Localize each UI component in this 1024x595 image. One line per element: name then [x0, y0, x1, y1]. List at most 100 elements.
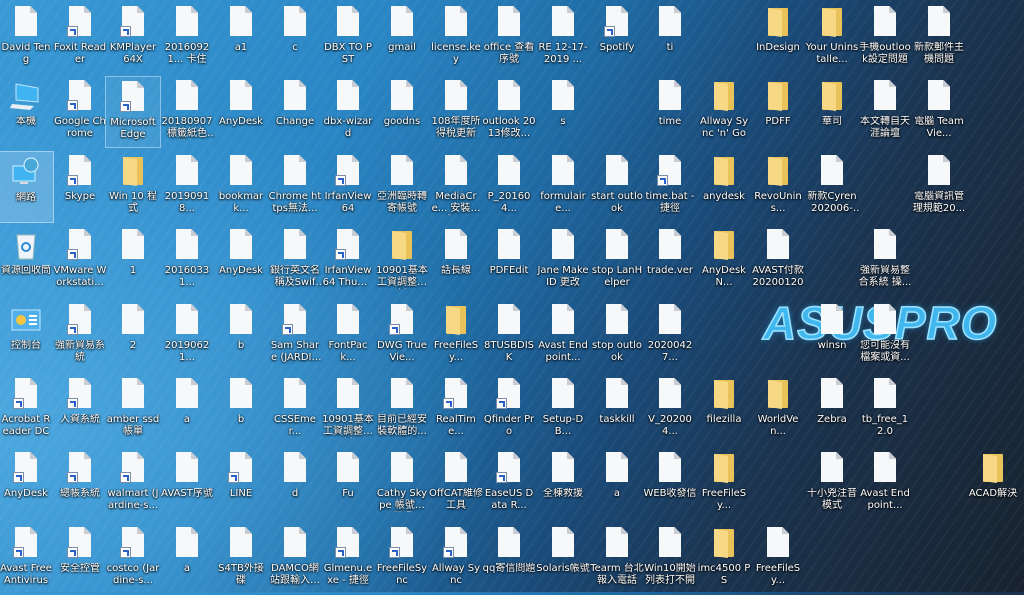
desktop-icon-zebra[interactable]: Zebra — [804, 374, 860, 446]
desktop-icon-chrome-https[interactable]: Chrome https無法... — [267, 151, 323, 223]
desktop-icon-b[interactable]: b — [213, 374, 269, 446]
desktop-icon-office[interactable]: office 查看序號 — [481, 2, 537, 74]
desktop-icon-a1[interactable]: a1 — [213, 2, 269, 74]
desktop-icon-anydesk[interactable]: AnyDesk — [213, 76, 269, 148]
desktop-icon-filezilla[interactable]: filezilla — [696, 374, 752, 446]
desktop-icon-offcat[interactable]: OffCAT維修工具 — [428, 448, 484, 520]
desktop-icon-allway-sync-n-go[interactable]: Allway Sync 'n' Go — [696, 76, 752, 148]
desktop-icon-item[interactable]: 強新貿易系統 — [52, 300, 108, 372]
desktop-icon-allway-sync[interactable]: Allway Sync — [428, 523, 484, 595]
desktop-icon-item[interactable]: 本文轉自天涯論壇 — [857, 76, 913, 148]
desktop-icon-a[interactable]: a — [159, 374, 215, 446]
desktop-icon-worldven[interactable]: WorldVen... — [750, 374, 806, 446]
desktop-icon-avast[interactable]: AVAST序號 — [159, 448, 215, 520]
desktop-icon-20190918[interactable]: 20190918... — [159, 151, 215, 223]
desktop-icon-cyren-202006-2[interactable]: 新款Cyren 202006-2... — [804, 151, 860, 223]
desktop-icon-item[interactable]: 華司 — [804, 76, 860, 148]
desktop-icon-item[interactable]: 控制台 — [0, 300, 54, 372]
desktop-icon-trade-ver[interactable]: trade.ver — [642, 225, 698, 297]
desktop-icon-b[interactable]: b — [213, 300, 269, 372]
desktop-icon-ti[interactable]: ti — [642, 2, 698, 74]
desktop-icon-taskkill[interactable]: taskkill — [589, 374, 645, 446]
desktop-icon-spotify[interactable]: Spotify — [589, 2, 645, 74]
desktop-icon-avast-20200120[interactable]: AVAST付款 20200120 — [750, 225, 806, 297]
desktop-icon-item[interactable]: 安全控管 — [52, 523, 108, 595]
desktop-icon-qfinder-pro[interactable]: Qfinder Pro — [481, 374, 537, 446]
desktop-icon-foxit-reader[interactable]: Foxit Reader — [52, 2, 108, 74]
desktop-icon-s[interactable]: s — [535, 76, 591, 148]
desktop-icon-swift[interactable]: 銀行英文名稱及Swift... — [267, 225, 323, 297]
desktop-icon-20190621[interactable]: 20190621... — [159, 300, 215, 372]
desktop-icon-1[interactable]: 1 — [105, 225, 161, 297]
desktop-icon-solaris[interactable]: Solaris帳號 — [535, 523, 591, 595]
desktop-icon-item[interactable]: 您可能沒有檔案或資... — [857, 300, 913, 372]
desktop-icon-bookmark[interactable]: bookmark... — [213, 151, 269, 223]
desktop-icon-amber-ssd[interactable]: amber ssd 帳單 — [105, 374, 161, 446]
desktop-icon-goodns[interactable]: goodns — [374, 76, 430, 148]
desktop-icon-c[interactable]: c — [267, 2, 323, 74]
desktop-icon-freefilesy[interactable]: FreeFileSy... — [750, 523, 806, 595]
desktop-icon-anydesk[interactable]: AnyDesk — [213, 225, 269, 297]
desktop-icon-costco-jardine-s[interactable]: costco (Jardine-s... — [105, 523, 161, 595]
desktop-icon-glmenu-exe[interactable]: Glmenu.exe - 捷徑 — [320, 523, 376, 595]
desktop-icon-tearm[interactable]: Tearm 台北報入電話 — [589, 523, 645, 595]
desktop-icon-item[interactable]: 網路 — [0, 151, 54, 223]
desktop-icon-dbx-wizard[interactable]: dbx-wizard — [320, 76, 376, 148]
desktop-icon-realtime[interactable]: RealTime... — [428, 374, 484, 446]
desktop-icon-item[interactable]: 總帳系統 — [52, 448, 108, 520]
desktop-icon-walmart-jardine-s[interactable]: walmart (Jardine-s... — [105, 448, 161, 520]
desktop-icon-avast-endpoint[interactable]: Avast Endpoint... — [535, 300, 591, 372]
desktop-icon-indesign[interactable]: InDesign — [750, 2, 806, 74]
desktop-icon-google-chrome[interactable]: Google Chrome — [52, 76, 108, 148]
desktop-icon-start-outlook[interactable]: start outlook — [589, 151, 645, 223]
desktop-icon-line[interactable]: LINE — [213, 448, 269, 520]
desktop-icon-item[interactable]: 十小兇注音模式 — [804, 448, 860, 520]
desktop-icon-formulaire[interactable]: formulaire... — [535, 151, 591, 223]
desktop-icon-acad[interactable]: ACAD解決 — [965, 448, 1021, 520]
desktop-icon-20200427[interactable]: 20200427... — [642, 300, 698, 372]
desktop-icon-microsoft-edge[interactable]: Microsoft Edge — [105, 76, 161, 148]
desktop-icon-teamvie[interactable]: 電腦 TeamVie... — [911, 76, 967, 148]
desktop-icon-2[interactable]: 2 — [105, 300, 161, 372]
desktop-icon-outlook-2013[interactable]: outlook 2013修改... — [481, 76, 537, 148]
desktop-icon-10901[interactable]: 10901基本工資調整更新 — [374, 225, 430, 297]
desktop-icon-re-12-17-2019[interactable]: RE 12-17-2019 ... — [535, 2, 591, 74]
desktop-icon-v-202004[interactable]: V_202004... — [642, 374, 698, 446]
desktop-icon-8tusbdisk[interactable]: 8TUSBDISK — [481, 300, 537, 372]
desktop-icon-anydesk[interactable]: AnyDesk — [0, 448, 54, 520]
desktop-icon-20180907[interactable]: 20180907標籤紙色帶... — [159, 76, 215, 148]
desktop-icon-108[interactable]: 108年度所得稅更新 — [428, 76, 484, 148]
desktop-icon-web[interactable]: WEB收發信 — [642, 448, 698, 520]
desktop-icon-freefilesync[interactable]: FreeFileSync — [374, 523, 430, 595]
desktop-icon-anydesk[interactable]: anydesk — [696, 151, 752, 223]
desktop-icon-item[interactable]: 全棟救援 — [535, 448, 591, 520]
desktop-icon-irfanview-64[interactable]: IrfanView 64 — [320, 151, 376, 223]
desktop-icon-dbx-to-pst[interactable]: DBX TO PST — [320, 2, 376, 74]
desktop-icon-avast-free-antivirus[interactable]: Avast Free Antivirus — [0, 523, 54, 595]
desktop-icon-your-uninstalle[interactable]: Your Uninstalle... — [804, 2, 860, 74]
desktop-icon-stop-lanhelper[interactable]: stop LanHelper — [589, 225, 645, 297]
desktop-icon-fu[interactable]: Fu — [320, 448, 376, 520]
desktop-icon-acrobat-reader-dc[interactable]: Acrobat Reader DC — [0, 374, 54, 446]
desktop-icon-pdfedit[interactable]: PDFEdit — [481, 225, 537, 297]
desktop-icon-item[interactable]: 新款郵件主機問題 — [911, 2, 967, 74]
desktop-icon-easeus-data-r[interactable]: EaseUS Data R... — [481, 448, 537, 520]
desktop-icon-a[interactable]: a — [589, 448, 645, 520]
desktop-icon-20[interactable]: 電腦資訊管理規範20... — [911, 151, 967, 223]
desktop-icon-damco[interactable]: DAMCO網站跟輸入資訊 — [267, 523, 323, 595]
desktop-icon-freefilesy[interactable]: FreeFileSy... — [696, 448, 752, 520]
desktop-icon-kmplayer-64x[interactable]: KMPlayer 64X — [105, 2, 161, 74]
desktop-icon-gmail[interactable]: gmail — [374, 2, 430, 74]
desktop-icon-item[interactable]: 人資系統 — [52, 374, 108, 446]
desktop-icon-skype[interactable]: Skype — [52, 151, 108, 223]
desktop-icon-imc4500-ps[interactable]: imc4500 PS — [696, 523, 752, 595]
desktop-icon-fontpack[interactable]: FontPack... — [320, 300, 376, 372]
desktop-icon-outlook[interactable]: 手機outlook設定問題 — [857, 2, 913, 74]
desktop-icon-p-201604[interactable]: P_201604... — [481, 151, 537, 223]
desktop-icon-dwg-truevie[interactable]: DWG TrueVie... — [374, 300, 430, 372]
desktop-icon-item[interactable]: 目前已經安裝軟體的... — [374, 374, 430, 446]
desktop-icon-pdff[interactable]: PDFF — [750, 76, 806, 148]
desktop-icon-cssemer[interactable]: CSSEmer... — [267, 374, 323, 446]
desktop-icon-license-key[interactable]: license.key — [428, 2, 484, 74]
desktop-icon-anydeskn[interactable]: AnyDeskN... — [696, 225, 752, 297]
